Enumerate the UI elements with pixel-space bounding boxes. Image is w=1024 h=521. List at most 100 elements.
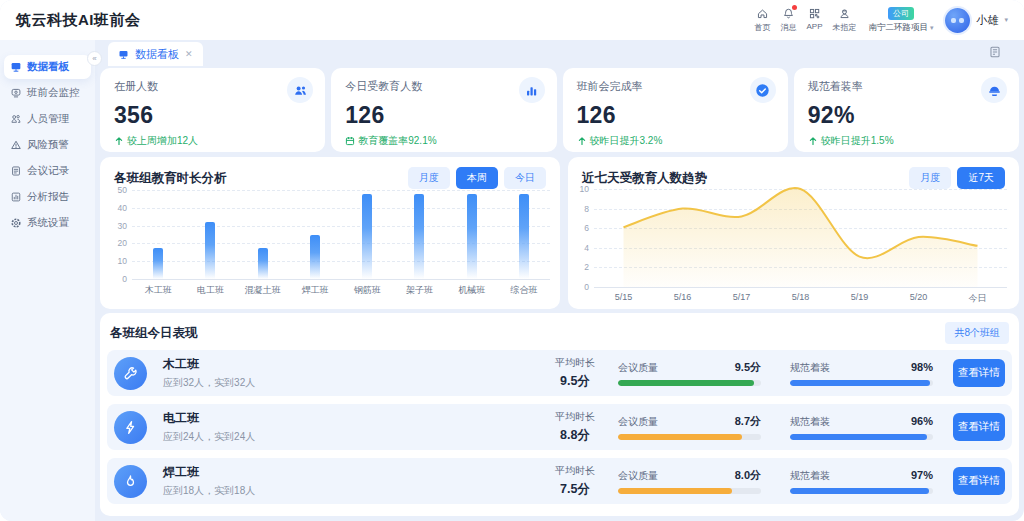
line-chart-panel: 近七天受教育人数趋势 月度近7天 02468105/155/165/175/18… bbox=[568, 157, 1019, 309]
x-axis-label: 焊工班 bbox=[301, 284, 328, 297]
attire-progressbar bbox=[790, 488, 933, 494]
stat-value: 356 bbox=[114, 102, 311, 129]
sidebar-collapse-button[interactable]: « bbox=[87, 51, 102, 66]
quality-progressbar bbox=[618, 488, 761, 494]
sidebar-item-6[interactable]: 系统设置 bbox=[4, 211, 91, 235]
nav-label: 未指定 bbox=[832, 22, 856, 33]
group-count-button[interactable]: 共8个班组 bbox=[945, 322, 1009, 344]
stat-value: 92% bbox=[808, 102, 1005, 129]
bar-木工班 bbox=[153, 248, 163, 279]
stat-label: 规范着装率 bbox=[808, 79, 1005, 94]
bolt-icon bbox=[114, 411, 147, 444]
flame-icon bbox=[114, 465, 147, 498]
stat-cards: 在册人数 356 较上周增加12人今日受教育人数 126 教育覆盖率92.1%班… bbox=[100, 68, 1019, 152]
bar-chart-filter[interactable]: 今日 bbox=[504, 167, 546, 189]
x-axis-label: 电工班 bbox=[197, 284, 224, 297]
y-axis-label: 10 bbox=[580, 184, 594, 194]
group-name: 焊工班 bbox=[163, 464, 543, 481]
group-attendance: 应到32人，实到32人 bbox=[163, 376, 543, 390]
close-icon[interactable]: ✕ bbox=[185, 50, 193, 59]
record-icon bbox=[10, 165, 22, 177]
sidebar-item-1[interactable]: 班前会监控 bbox=[4, 81, 91, 105]
view-detail-button[interactable]: 查看详情 bbox=[953, 413, 1005, 441]
tab-list-icon[interactable] bbox=[988, 45, 1002, 63]
nav-home[interactable]: 首页 bbox=[754, 7, 770, 33]
y-axis-label: 0 bbox=[584, 282, 594, 292]
charts-row: 各班组教育时长分析 月度本周今日 01020304050木工班电工班混凝土班焊工… bbox=[100, 157, 1019, 309]
bar-chart-title: 各班组教育时长分析 bbox=[114, 170, 227, 187]
gridline bbox=[594, 287, 1007, 288]
line-chart-title: 近七天受教育人数趋势 bbox=[582, 170, 707, 187]
stat-trend: 较上周增加12人 bbox=[114, 134, 311, 148]
alert-icon bbox=[10, 139, 22, 151]
group-name: 电工班 bbox=[163, 410, 543, 427]
x-axis-label: 5/17 bbox=[733, 292, 751, 302]
avatar bbox=[945, 8, 970, 33]
x-axis-label: 钢筋班 bbox=[354, 284, 381, 297]
chevron-down-icon: ▾ bbox=[1004, 16, 1008, 24]
attire-compliance: 规范着装98% bbox=[790, 361, 933, 386]
bar-电工班 bbox=[205, 222, 215, 279]
x-axis-label: 木工班 bbox=[145, 284, 172, 297]
worker-icon bbox=[838, 7, 851, 20]
meeting-quality: 会议质量8.7分 bbox=[618, 414, 761, 440]
gridline bbox=[132, 190, 550, 191]
sidebar-item-4[interactable]: 会议记录 bbox=[4, 159, 91, 183]
meeting-quality: 会议质量9.5分 bbox=[618, 360, 761, 386]
view-detail-button[interactable]: 查看详情 bbox=[953, 467, 1005, 495]
x-axis-label: 5/19 bbox=[851, 292, 869, 302]
gridline bbox=[132, 208, 550, 209]
team-icon bbox=[287, 77, 313, 103]
sidebar-item-label: 班前会监控 bbox=[27, 86, 80, 100]
group-info: 焊工班 应到18人，实到18人 bbox=[163, 464, 543, 498]
report-icon bbox=[10, 191, 22, 203]
group-name: 木工班 bbox=[163, 356, 543, 373]
stat-trend: 较昨日提升3.2% bbox=[577, 134, 774, 148]
tab-dashboard[interactable]: 数据看板 ✕ bbox=[108, 42, 203, 66]
nav-worker[interactable]: 未指定 bbox=[832, 7, 856, 33]
project-selector[interactable]: 公司 南宁二环路项目▾ bbox=[868, 7, 933, 34]
tab-bar: 数据看板 ✕ bbox=[100, 40, 1019, 66]
sidebar-item-0[interactable]: 数据看板 bbox=[4, 55, 91, 79]
avg-duration: 平均时长 9.5分 bbox=[543, 356, 607, 390]
sidebar: 数据看板班前会监控人员管理风险预警会议记录分析报告系统设置 bbox=[0, 40, 95, 521]
header-actions: 首页消息 APP 未指定 公司 南宁二环路项目▾ 小雄 ▾ bbox=[754, 7, 1008, 34]
x-axis-label: 架子班 bbox=[406, 284, 433, 297]
avg-duration: 平均时长 8.8分 bbox=[543, 410, 607, 444]
nav-label: APP bbox=[806, 22, 822, 31]
performance-row-0: 木工班 应到32人，实到32人 平均时长 9.5分 会议质量9.5分 规范着装9… bbox=[107, 350, 1012, 396]
bar-混凝土班 bbox=[258, 248, 268, 279]
nav-label: 首页 bbox=[754, 22, 770, 33]
line-chart-filter[interactable]: 月度 bbox=[909, 167, 951, 189]
project-name: 南宁二环路项目 bbox=[868, 22, 928, 34]
stat-card-2: 班前会完成率 126 较昨日提升3.2% bbox=[563, 68, 788, 152]
nav-qrcode[interactable]: APP bbox=[806, 7, 822, 33]
line-chart-filter[interactable]: 近7天 bbox=[957, 167, 1005, 189]
dashboard-icon bbox=[10, 61, 22, 73]
stat-value: 126 bbox=[577, 102, 774, 129]
performance-panel: 各班组今日表现 共8个班组 木工班 应到32人，实到32人 平均时长 9.5分 … bbox=[100, 313, 1019, 516]
sidebar-item-2[interactable]: 人员管理 bbox=[4, 107, 91, 131]
user-menu[interactable]: 小雄 ▾ bbox=[945, 8, 1008, 33]
stat-trend: 教育覆盖率92.1% bbox=[345, 134, 542, 148]
y-axis-label: 4 bbox=[584, 243, 594, 253]
sidebar-item-5[interactable]: 分析报告 bbox=[4, 185, 91, 209]
attire-compliance: 规范着装96% bbox=[790, 415, 933, 440]
bar-chart-panel: 各班组教育时长分析 月度本周今日 01020304050木工班电工班混凝土班焊工… bbox=[100, 157, 560, 309]
view-detail-button[interactable]: 查看详情 bbox=[953, 359, 1005, 387]
attire-compliance: 规范着装97% bbox=[790, 469, 933, 494]
main-content: 数据看板 ✕ 在册人数 356 较上周增加12人今日受教育人数 126 教育覆盖… bbox=[95, 40, 1024, 521]
check-icon bbox=[750, 77, 776, 103]
bar-chart-filter[interactable]: 月度 bbox=[408, 167, 450, 189]
nav-bell[interactable]: 消息 bbox=[780, 7, 796, 33]
sidebar-item-label: 会议记录 bbox=[27, 164, 69, 178]
bar-chart-filter[interactable]: 本周 bbox=[456, 167, 498, 189]
wrench-icon bbox=[114, 357, 147, 390]
bar-综合班 bbox=[519, 194, 529, 279]
stat-trend: 较昨日提升1.5% bbox=[808, 134, 1005, 148]
y-axis-label: 0 bbox=[122, 274, 132, 284]
sidebar-item-3[interactable]: 风险预警 bbox=[4, 133, 91, 157]
y-axis-label: 40 bbox=[118, 203, 132, 213]
settings-icon bbox=[10, 217, 22, 229]
attire-progressbar bbox=[790, 434, 933, 440]
